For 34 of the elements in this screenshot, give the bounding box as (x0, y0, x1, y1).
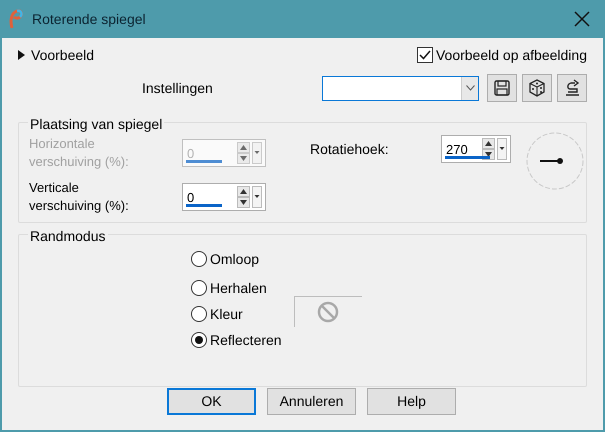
dice-icon (528, 79, 546, 97)
settings-label: Instellingen (142, 78, 214, 98)
spin-field[interactable]: 270 (441, 135, 511, 163)
radio-option[interactable]: Herhalen (191, 278, 282, 298)
save-preset-button[interactable] (487, 74, 518, 102)
close-icon (574, 11, 590, 27)
radio-button[interactable] (191, 251, 207, 267)
spin-arrows-icon[interactable] (237, 186, 263, 208)
field-label: Verticale verschuiving (%): (29, 179, 130, 215)
field-label: Horizontale verschuiving (%): (29, 135, 130, 171)
window-title: Roterende spiegel (32, 10, 147, 29)
dialog-button[interactable]: OK (167, 388, 256, 415)
radio-option[interactable]: Kleur (191, 304, 282, 324)
presets-dropdown[interactable] (322, 76, 480, 100)
radio-option[interactable]: Reflecteren (191, 330, 282, 350)
checkbox[interactable] (416, 47, 433, 63)
app-logo-icon (8, 9, 24, 29)
radio-button[interactable] (191, 332, 207, 348)
spin-field[interactable]: 0 (182, 183, 266, 211)
preview-toggle[interactable]: Voorbeeld (18, 44, 94, 66)
dialog-button[interactable]: Help (367, 388, 456, 415)
field-label: Rotatiehoek: (310, 140, 390, 159)
radio-option[interactable]: Omloop (191, 249, 282, 269)
reset-button[interactable] (557, 74, 587, 102)
checkbox-label: Voorbeeld op afbeelding (436, 46, 587, 65)
caret-right-icon (18, 50, 25, 60)
chevron-down-icon (466, 85, 475, 91)
randomize-button[interactable] (522, 74, 552, 102)
no-color-icon (317, 301, 340, 323)
radio-button[interactable] (191, 306, 207, 322)
reset-arrow-icon (563, 79, 582, 97)
spin-arrows-icon[interactable] (482, 138, 508, 160)
dialog-button[interactable]: Annuleren (267, 388, 356, 415)
radio-button[interactable] (191, 280, 207, 296)
